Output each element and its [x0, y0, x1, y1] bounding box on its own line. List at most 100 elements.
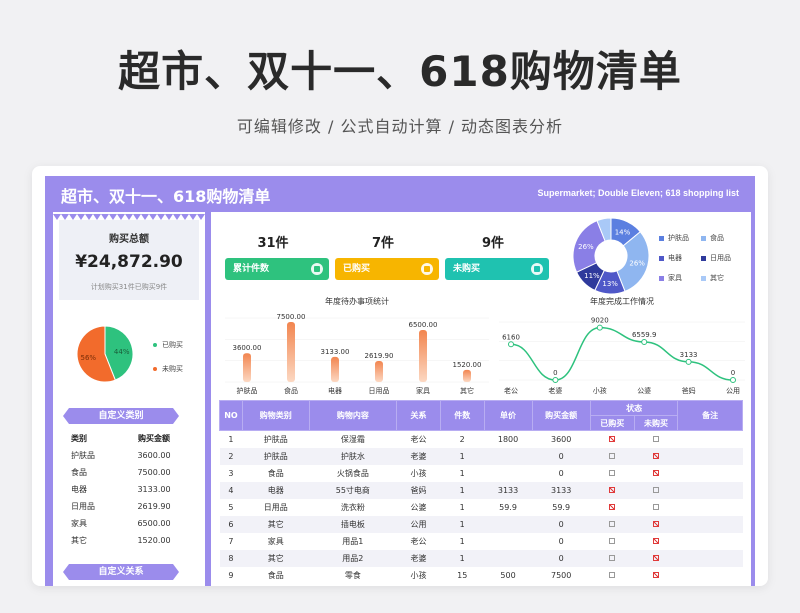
unbought-checkbox[interactable]	[652, 555, 659, 561]
line-chart-title: 年度完成工作情况	[590, 297, 654, 306]
donut-legend-label: 护肤品	[668, 234, 689, 242]
donut-legend-item: 其它	[701, 268, 743, 288]
table-cell: 1	[228, 434, 234, 444]
unbought-checkbox-cell	[634, 499, 678, 516]
legend-item-bought: 已购买	[153, 340, 183, 350]
table-cell: 老公	[410, 434, 427, 444]
table-cell: 1	[440, 549, 485, 567]
category-row: 其它 1520.00	[63, 532, 195, 549]
bar-category-label: 其它	[460, 386, 474, 395]
unbought-checkbox[interactable]	[652, 572, 659, 578]
category-header-type: 类别	[71, 434, 87, 443]
donut-legend-label: 日用品	[710, 254, 731, 262]
category-amount: 7500.00	[137, 468, 171, 477]
table-row[interactable]: 2 护肤品 护肤水 老婆 1 0	[219, 447, 743, 465]
table-row[interactable]: 1 护肤品 保湿霜 老公 2 1800 3600	[220, 431, 743, 448]
unbought-checkbox[interactable]	[652, 487, 659, 493]
category-header-amount: 购买金额	[138, 434, 170, 443]
unbought-checkbox[interactable]	[652, 453, 659, 459]
total-count-button[interactable]: 累计件数	[225, 258, 329, 280]
unbought-checkbox-cell	[634, 515, 678, 533]
unbought-checkbox[interactable]	[652, 436, 659, 443]
table-row[interactable]: 6 其它 插电板 公用 1 0	[219, 515, 743, 533]
stat-unbought-count: 9件	[481, 236, 505, 251]
legend-label-unbought: 未购买	[162, 365, 183, 373]
table-cell: 6	[219, 515, 243, 533]
th-status: 状态	[589, 400, 679, 416]
bought-checkbox[interactable]	[609, 504, 616, 510]
table-cell: 0	[532, 549, 591, 567]
legend-dot-unbought	[153, 367, 157, 371]
donut-legend-label: 其它	[710, 274, 724, 282]
bought-checkbox[interactable]	[609, 572, 616, 578]
note-cell[interactable]	[678, 499, 743, 516]
bar-value-label: 3600.00	[233, 344, 262, 352]
donut-legend: 护肤品 食品电器 日用品家具 其它	[659, 228, 749, 288]
line-point	[641, 338, 648, 345]
table-cell: 500	[500, 570, 516, 580]
donut-legend-item: 食品	[701, 228, 743, 248]
line-category-label: 公用	[726, 387, 740, 395]
unbought-checkbox[interactable]	[652, 538, 659, 544]
bought-checkbox[interactable]	[609, 555, 616, 561]
unbought-checkbox[interactable]	[652, 504, 659, 510]
bought-button[interactable]: 已购买	[335, 258, 439, 280]
table-cell: 5	[228, 502, 234, 512]
note-cell[interactable]	[677, 481, 743, 499]
table-row[interactable]: 3 食品 火锅食品 小孩 1 0	[220, 465, 743, 482]
table-cell: 爸妈	[396, 481, 441, 499]
bought-checkbox[interactable]	[609, 487, 616, 493]
table-cell: 用品1	[342, 536, 364, 546]
unbought-button[interactable]: 未购买	[445, 258, 549, 280]
unbought-checkbox[interactable]	[652, 470, 659, 476]
table-cell: 7500	[550, 570, 572, 580]
table-cell: 15	[457, 570, 468, 580]
bought-checkbox-cell	[590, 567, 634, 584]
table-row[interactable]: 4 电器 55寸电商 爸妈 1 3133 3133	[219, 481, 743, 499]
category-amount: 6500.00	[137, 519, 171, 528]
preview-card: 超市、双十一、618购物清单 Supermarket; Double Eleve…	[32, 166, 768, 586]
sheet-title: 超市、双十一、618购物清单	[61, 187, 271, 206]
bought-checkbox[interactable]	[609, 538, 616, 544]
note-cell[interactable]	[678, 567, 743, 584]
unbought-checkbox-cell	[634, 465, 678, 482]
donut-legend-item: 电器	[659, 248, 701, 268]
note-cell[interactable]	[677, 549, 743, 567]
bar-value-label: 2619.90	[365, 352, 394, 360]
hero-subtitle: 可编辑修改 / 公式自动计算 / 动态图表分析	[236, 117, 564, 136]
note-cell[interactable]	[677, 515, 743, 533]
table-cell: 保湿霜	[340, 434, 365, 444]
table-row[interactable]: 7 家具 用品1 老公 1 0	[220, 533, 743, 550]
note-cell[interactable]	[678, 533, 743, 550]
table-cell: 洗衣粉	[340, 502, 365, 512]
table-row[interactable]: 9 食品 零食 小孩 15 500 7500	[220, 567, 743, 584]
table-cell: 护肤品	[242, 447, 310, 465]
table-row[interactable]: 5 日用品 洗衣粉 公婆 1 59.9 59.9	[220, 499, 743, 516]
note-cell[interactable]	[678, 431, 743, 448]
th-price: 单价	[483, 400, 533, 431]
category-amount: 3600.00	[137, 451, 171, 460]
note-cell[interactable]	[677, 447, 743, 465]
line-value-label: 6559.9	[632, 331, 657, 339]
donut-legend-item: 家具	[659, 268, 701, 288]
table-cell: 1	[440, 447, 485, 465]
bought-checkbox[interactable]	[609, 521, 616, 527]
donut-legend-swatch	[659, 275, 664, 281]
bought-checkbox[interactable]	[609, 453, 616, 459]
unbought-checkbox[interactable]	[652, 521, 659, 527]
table-cell: 8	[219, 549, 243, 567]
bar-category-label: 电器	[328, 386, 342, 395]
table-cell: 1800	[497, 434, 519, 444]
status-legend: 已购买 未购买	[153, 340, 183, 388]
note-cell[interactable]	[678, 465, 743, 482]
th-unbought: 未购买	[633, 415, 679, 431]
bought-checkbox[interactable]	[609, 436, 616, 443]
table-row[interactable]: 8 其它 用品2 老婆 1 0	[219, 549, 743, 567]
bought-checkbox[interactable]	[609, 470, 616, 476]
th-amount: 购买金额	[531, 400, 591, 431]
table-cell: 59.9	[552, 502, 571, 512]
summary-note: 计划购买31件已购买9件	[90, 283, 168, 291]
table-cell: 1	[459, 536, 465, 546]
table-cell: 0	[558, 536, 564, 546]
status-pie-label: 56%	[81, 354, 97, 362]
